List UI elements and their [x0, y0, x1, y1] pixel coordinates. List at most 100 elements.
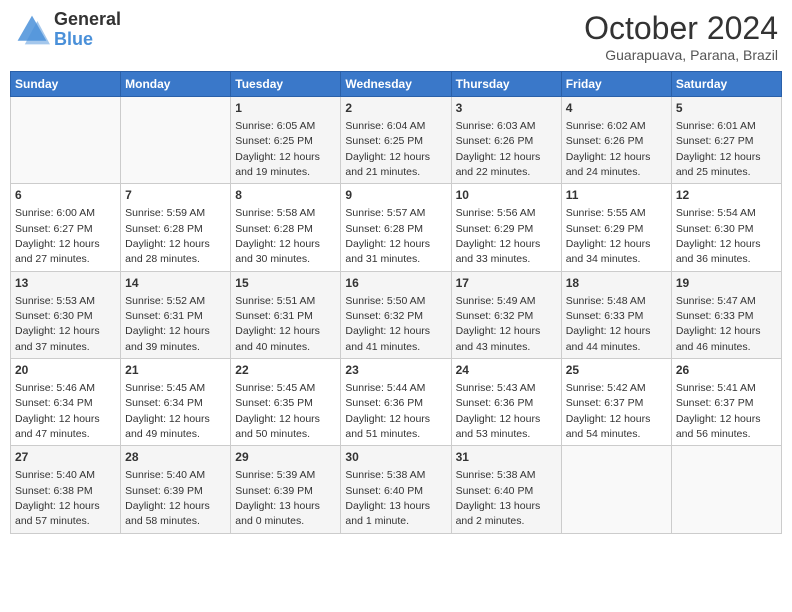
header-cell-thursday: Thursday [451, 72, 561, 97]
calendar-cell: 15 Sunrise: 5:51 AM Sunset: 6:31 PM Dayli… [231, 271, 341, 358]
header-cell-friday: Friday [561, 72, 671, 97]
day-info: Sunrise: 5:40 AM Sunset: 6:39 PM Dayligh… [125, 469, 210, 527]
header-cell-tuesday: Tuesday [231, 72, 341, 97]
day-number: 8 [235, 187, 336, 204]
calendar-cell: 31Sunrise: 5:38 AM Sunset: 6:40 PM Dayli… [451, 446, 561, 533]
calendar-cell: 9 Sunrise: 5:57 AM Sunset: 6:28 PM Daylig… [341, 184, 451, 271]
day-info: Sunrise: 5:54 AM Sunset: 6:30 PM Dayligh… [676, 207, 761, 265]
calendar-cell: 17 Sunrise: 5:49 AM Sunset: 6:32 PM Dayli… [451, 271, 561, 358]
calendar-cell: 19 Sunrise: 5:47 AM Sunset: 6:33 PM Dayli… [671, 271, 781, 358]
day-info: Sunrise: 5:40 AM Sunset: 6:38 PM Dayligh… [15, 469, 100, 527]
day-number: 2 [345, 100, 446, 117]
header-cell-monday: Monday [121, 72, 231, 97]
day-number: 10 [456, 187, 557, 204]
week-row-5: 27Sunrise: 5:40 AM Sunset: 6:38 PM Dayli… [11, 446, 782, 533]
day-number: 15 [235, 275, 336, 292]
day-info: Sunrise: 5:48 AM Sunset: 6:33 PM Dayligh… [566, 295, 651, 353]
day-info: Sunrise: 6:04 AM Sunset: 6:25 PM Dayligh… [345, 120, 430, 178]
day-info: Sunrise: 5:57 AM Sunset: 6:28 PM Dayligh… [345, 207, 430, 265]
day-info: Sunrise: 5:53 AM Sunset: 6:30 PM Dayligh… [15, 295, 100, 353]
day-info: Sunrise: 5:56 AM Sunset: 6:29 PM Dayligh… [456, 207, 541, 265]
calendar-cell: 4Sunrise: 6:02 AM Sunset: 6:26 PM Daylig… [561, 97, 671, 184]
location-subtitle: Guarapuava, Parana, Brazil [584, 47, 778, 63]
calendar-cell: 21 Sunrise: 5:45 AM Sunset: 6:34 PM Dayli… [121, 359, 231, 446]
day-info: Sunrise: 5:49 AM Sunset: 6:32 PM Dayligh… [456, 295, 541, 353]
calendar-cell [121, 97, 231, 184]
calendar-cell [11, 97, 121, 184]
day-info: Sunrise: 6:01 AM Sunset: 6:27 PM Dayligh… [676, 120, 761, 178]
day-number: 14 [125, 275, 226, 292]
day-number: 17 [456, 275, 557, 292]
calendar-cell: 6 Sunrise: 6:00 AM Sunset: 6:27 PM Daylig… [11, 184, 121, 271]
calendar-cell: 24 Sunrise: 5:43 AM Sunset: 6:36 PM Dayli… [451, 359, 561, 446]
calendar-cell: 2 Sunrise: 6:04 AM Sunset: 6:25 PM Daylig… [341, 97, 451, 184]
day-info: Sunrise: 5:38 AM Sunset: 6:40 PM Dayligh… [345, 469, 430, 527]
day-number: 23 [345, 362, 446, 379]
day-info: Sunrise: 5:43 AM Sunset: 6:36 PM Dayligh… [456, 382, 541, 440]
calendar-cell: 27Sunrise: 5:40 AM Sunset: 6:38 PM Dayli… [11, 446, 121, 533]
day-number: 21 [125, 362, 226, 379]
calendar-table: SundayMondayTuesdayWednesdayThursdayFrid… [10, 71, 782, 534]
calendar-cell: 30Sunrise: 5:38 AM Sunset: 6:40 PM Dayli… [341, 446, 451, 533]
day-number: 26 [676, 362, 777, 379]
day-info: Sunrise: 5:45 AM Sunset: 6:35 PM Dayligh… [235, 382, 320, 440]
calendar-cell: 12 Sunrise: 5:54 AM Sunset: 6:30 PM Dayli… [671, 184, 781, 271]
day-number: 7 [125, 187, 226, 204]
day-number: 1 [235, 100, 336, 117]
day-number: 22 [235, 362, 336, 379]
calendar-cell: 10 Sunrise: 5:56 AM Sunset: 6:29 PM Dayli… [451, 184, 561, 271]
week-row-3: 13Sunrise: 5:53 AM Sunset: 6:30 PM Dayli… [11, 271, 782, 358]
header-cell-sunday: Sunday [11, 72, 121, 97]
day-info: Sunrise: 5:45 AM Sunset: 6:34 PM Dayligh… [125, 382, 210, 440]
calendar-cell [561, 446, 671, 533]
day-info: Sunrise: 5:46 AM Sunset: 6:34 PM Dayligh… [15, 382, 100, 440]
day-number: 20 [15, 362, 116, 379]
day-info: Sunrise: 6:05 AM Sunset: 6:25 PM Dayligh… [235, 120, 320, 178]
day-info: Sunrise: 5:39 AM Sunset: 6:39 PM Dayligh… [235, 469, 320, 527]
day-info: Sunrise: 5:52 AM Sunset: 6:31 PM Dayligh… [125, 295, 210, 353]
calendar-cell: 23 Sunrise: 5:44 AM Sunset: 6:36 PM Dayli… [341, 359, 451, 446]
day-info: Sunrise: 6:00 AM Sunset: 6:27 PM Dayligh… [15, 207, 100, 265]
day-info: Sunrise: 5:51 AM Sunset: 6:31 PM Dayligh… [235, 295, 320, 353]
week-row-4: 20 Sunrise: 5:46 AM Sunset: 6:34 PM Dayli… [11, 359, 782, 446]
month-title: October 2024 [584, 10, 778, 47]
day-info: Sunrise: 5:44 AM Sunset: 6:36 PM Dayligh… [345, 382, 430, 440]
day-number: 25 [566, 362, 667, 379]
day-number: 24 [456, 362, 557, 379]
day-info: Sunrise: 6:03 AM Sunset: 6:26 PM Dayligh… [456, 120, 541, 178]
day-info: Sunrise: 5:41 AM Sunset: 6:37 PM Dayligh… [676, 382, 761, 440]
day-number: 9 [345, 187, 446, 204]
day-info: Sunrise: 5:50 AM Sunset: 6:32 PM Dayligh… [345, 295, 430, 353]
calendar-cell: 26 Sunrise: 5:41 AM Sunset: 6:37 PM Dayli… [671, 359, 781, 446]
calendar-cell: 1 Sunrise: 6:05 AM Sunset: 6:25 PM Daylig… [231, 97, 341, 184]
header-row: SundayMondayTuesdayWednesdayThursdayFrid… [11, 72, 782, 97]
week-row-2: 6 Sunrise: 6:00 AM Sunset: 6:27 PM Daylig… [11, 184, 782, 271]
day-number: 16 [345, 275, 446, 292]
calendar-cell: 8 Sunrise: 5:58 AM Sunset: 6:28 PM Daylig… [231, 184, 341, 271]
logo-icon [14, 12, 50, 48]
calendar-cell: 5 Sunrise: 6:01 AM Sunset: 6:27 PM Daylig… [671, 97, 781, 184]
header-cell-wednesday: Wednesday [341, 72, 451, 97]
calendar-cell: 18 Sunrise: 5:48 AM Sunset: 6:33 PM Dayli… [561, 271, 671, 358]
day-info: Sunrise: 5:47 AM Sunset: 6:33 PM Dayligh… [676, 295, 761, 353]
day-number: 29 [235, 449, 336, 466]
day-number: 4 [566, 100, 667, 117]
calendar-cell: 11Sunrise: 5:55 AM Sunset: 6:29 PM Dayli… [561, 184, 671, 271]
logo-text: General Blue [54, 10, 121, 50]
day-number: 19 [676, 275, 777, 292]
day-number: 12 [676, 187, 777, 204]
calendar-cell [671, 446, 781, 533]
day-number: 6 [15, 187, 116, 204]
day-info: Sunrise: 5:58 AM Sunset: 6:28 PM Dayligh… [235, 207, 320, 265]
day-number: 18 [566, 275, 667, 292]
calendar-cell: 25Sunrise: 5:42 AM Sunset: 6:37 PM Dayli… [561, 359, 671, 446]
day-info: Sunrise: 5:59 AM Sunset: 6:28 PM Dayligh… [125, 207, 210, 265]
calendar-cell: 14 Sunrise: 5:52 AM Sunset: 6:31 PM Dayli… [121, 271, 231, 358]
day-info: Sunrise: 5:55 AM Sunset: 6:29 PM Dayligh… [566, 207, 651, 265]
calendar-cell: 29 Sunrise: 5:39 AM Sunset: 6:39 PM Dayli… [231, 446, 341, 533]
day-info: Sunrise: 5:38 AM Sunset: 6:40 PM Dayligh… [456, 469, 541, 527]
calendar-cell: 20 Sunrise: 5:46 AM Sunset: 6:34 PM Dayli… [11, 359, 121, 446]
week-row-1: 1 Sunrise: 6:05 AM Sunset: 6:25 PM Daylig… [11, 97, 782, 184]
day-number: 5 [676, 100, 777, 117]
header-cell-saturday: Saturday [671, 72, 781, 97]
